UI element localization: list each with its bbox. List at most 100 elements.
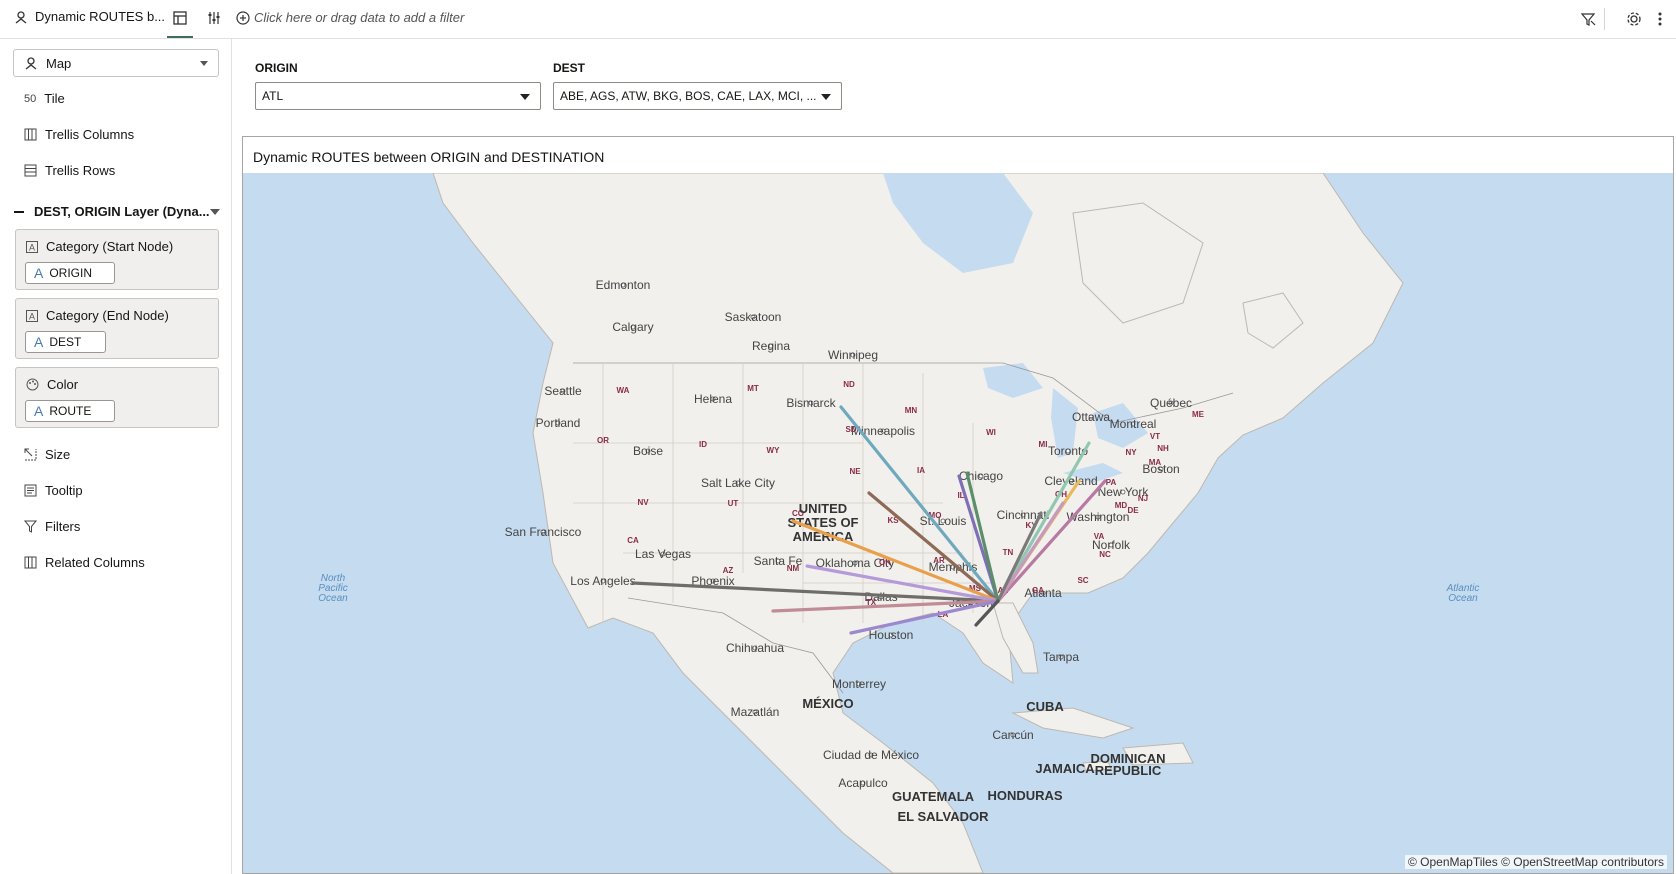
city-label: Seattle bbox=[544, 384, 582, 398]
map-pin-icon bbox=[15, 10, 27, 24]
city-label: Los Angeles bbox=[570, 574, 635, 588]
origin-chip[interactable]: A ORIGIN bbox=[25, 262, 115, 284]
related-columns-icon bbox=[24, 556, 37, 569]
canvas-title: Dynamic ROUTES b... bbox=[35, 9, 166, 24]
city-label: Houston bbox=[869, 628, 914, 642]
settings-icon[interactable] bbox=[1624, 9, 1644, 29]
state-label: OR bbox=[597, 436, 609, 445]
sidebar-item-tooltip[interactable]: Tooltip bbox=[24, 483, 83, 498]
state-label: WA bbox=[617, 386, 630, 395]
svg-text:A: A bbox=[29, 311, 35, 321]
state-label: AR bbox=[933, 556, 945, 565]
origin-select[interactable]: ATL bbox=[255, 82, 541, 110]
trellis-rows-icon bbox=[24, 164, 37, 177]
map-attribution: © OpenMapTiles © OpenStreetMap contribut… bbox=[1404, 855, 1667, 869]
dest-chip[interactable]: A DEST bbox=[25, 331, 106, 353]
state-label: AZ bbox=[723, 566, 734, 575]
attribute-icon: A bbox=[34, 265, 44, 281]
drop-zone-start-node[interactable]: A Category (Start Node) A ORIGIN bbox=[15, 229, 219, 290]
state-label: NC bbox=[1099, 550, 1111, 559]
state-label: UT bbox=[728, 499, 739, 508]
dest-select[interactable]: ABE, AGS, ATW, BKG, BOS, CAE, LAX, MCI, … bbox=[553, 82, 842, 110]
chip-label: ORIGIN bbox=[49, 266, 93, 280]
city-label: Bismarck bbox=[786, 396, 836, 410]
country-label: REPUBLIC bbox=[1095, 763, 1162, 778]
city-label: Chicago bbox=[959, 469, 1003, 483]
country-label: MÉXICO bbox=[802, 696, 853, 711]
text-attribute-icon: A bbox=[26, 309, 38, 322]
city-label: Calgary bbox=[612, 320, 653, 334]
state-label: PA bbox=[1106, 478, 1117, 487]
filter-toggle-icon[interactable] bbox=[1578, 9, 1598, 29]
sidebar-item-label: Trellis Columns bbox=[45, 127, 135, 142]
state-label: NY bbox=[1125, 448, 1137, 457]
map-visualization[interactable]: Dynamic ROUTES between ORIGIN and DESTIN… bbox=[242, 136, 1674, 874]
chevron-down-icon[interactable] bbox=[210, 208, 220, 215]
add-filter-icon bbox=[236, 10, 250, 25]
sidebar-item-related-columns[interactable]: Related Columns bbox=[24, 555, 145, 570]
drop-zone-color[interactable]: Color A ROUTE bbox=[15, 367, 219, 428]
sidebar-item-label: Related Columns bbox=[45, 555, 145, 570]
properties-icon[interactable] bbox=[204, 8, 224, 28]
country-label: GUATEMALA bbox=[892, 789, 975, 804]
text-attribute-icon: A bbox=[26, 240, 38, 253]
sidebar-item-tile[interactable]: 50 Tile bbox=[24, 91, 65, 106]
data-panel-icon[interactable] bbox=[167, 8, 193, 38]
city-label: Montreal bbox=[1110, 417, 1157, 431]
state-label: IA bbox=[917, 466, 925, 475]
map-canvas[interactable]: Edmonton Saskatoon Calgary Regina Winnipeg Se… bbox=[243, 173, 1673, 873]
canvas-tab[interactable]: Dynamic ROUTES b... bbox=[14, 9, 165, 24]
sidebar-item-label: Trellis Rows bbox=[45, 163, 116, 178]
chip-label: DEST bbox=[49, 335, 82, 349]
drop-zone-label: Category (End Node) bbox=[46, 308, 169, 323]
ocean-label: Ocean bbox=[1448, 593, 1478, 604]
state-label: DE bbox=[1127, 506, 1139, 515]
sidebar-item-filters[interactable]: Filters bbox=[24, 519, 80, 534]
collapse-icon[interactable] bbox=[14, 210, 24, 213]
svg-text:A: A bbox=[29, 242, 35, 252]
drop-zone-end-node[interactable]: A Category (End Node) A DEST bbox=[15, 298, 219, 359]
state-label: WY bbox=[767, 446, 781, 455]
dest-label: DEST bbox=[553, 61, 586, 75]
city-label: Tampa bbox=[1043, 650, 1079, 664]
state-label: VA bbox=[1094, 532, 1105, 541]
state-label: MA bbox=[1149, 458, 1162, 467]
drop-zone-label: Color bbox=[47, 377, 79, 392]
city-label: Mazatlán bbox=[731, 705, 780, 719]
country-label: HONDURAS bbox=[987, 788, 1062, 803]
state-label: ME bbox=[1192, 410, 1205, 419]
state-label: NV bbox=[637, 498, 649, 507]
city-label: Cancún bbox=[992, 728, 1033, 742]
viz-title: Dynamic ROUTES between ORIGIN and DESTIN… bbox=[253, 149, 605, 165]
sidebar-item-label: Size bbox=[45, 447, 71, 462]
filter-bar[interactable]: Click here or drag data to add a filter bbox=[236, 10, 464, 25]
state-label: NE bbox=[849, 467, 861, 476]
city-label: Portland bbox=[536, 416, 581, 430]
route-chip[interactable]: A ROUTE bbox=[25, 400, 115, 422]
state-label: ND bbox=[843, 380, 855, 389]
state-label: NJ bbox=[1138, 494, 1148, 503]
sidebar-item-trellis-columns[interactable]: Trellis Columns bbox=[24, 127, 134, 142]
sidebar-item-trellis-rows[interactable]: Trellis Rows bbox=[24, 163, 115, 178]
more-options-icon[interactable] bbox=[1650, 9, 1670, 29]
palette-icon bbox=[26, 378, 39, 391]
country-label: CUBA bbox=[1026, 699, 1064, 714]
city-label: Ottawa bbox=[1072, 410, 1110, 424]
attribute-icon: A bbox=[34, 403, 44, 419]
city-label: Chihuahua bbox=[726, 641, 784, 655]
city-label: Las Vegas bbox=[635, 547, 691, 561]
layer-header[interactable]: DEST, ORIGIN Layer (Dyna... bbox=[14, 204, 220, 219]
layer-header-label: DEST, ORIGIN Layer (Dyna... bbox=[34, 204, 210, 219]
viz-type-select[interactable]: Map bbox=[13, 49, 219, 77]
drop-zone-label: Category (Start Node) bbox=[46, 239, 174, 254]
sidebar-item-size[interactable]: Size bbox=[24, 447, 70, 462]
sidebar-item-label: Tooltip bbox=[45, 483, 83, 498]
city-label: Winnipeg bbox=[828, 348, 878, 362]
state-label: NH bbox=[1157, 444, 1169, 453]
tooltip-icon bbox=[24, 484, 37, 497]
tile-icon: 50 bbox=[24, 92, 37, 105]
state-label: MT bbox=[747, 384, 759, 393]
state-label: WI bbox=[986, 428, 996, 437]
state-label: GA bbox=[1032, 586, 1044, 595]
map-layer[interactable]: Edmonton Saskatoon Calgary Regina Winnipeg Se… bbox=[243, 173, 1673, 873]
